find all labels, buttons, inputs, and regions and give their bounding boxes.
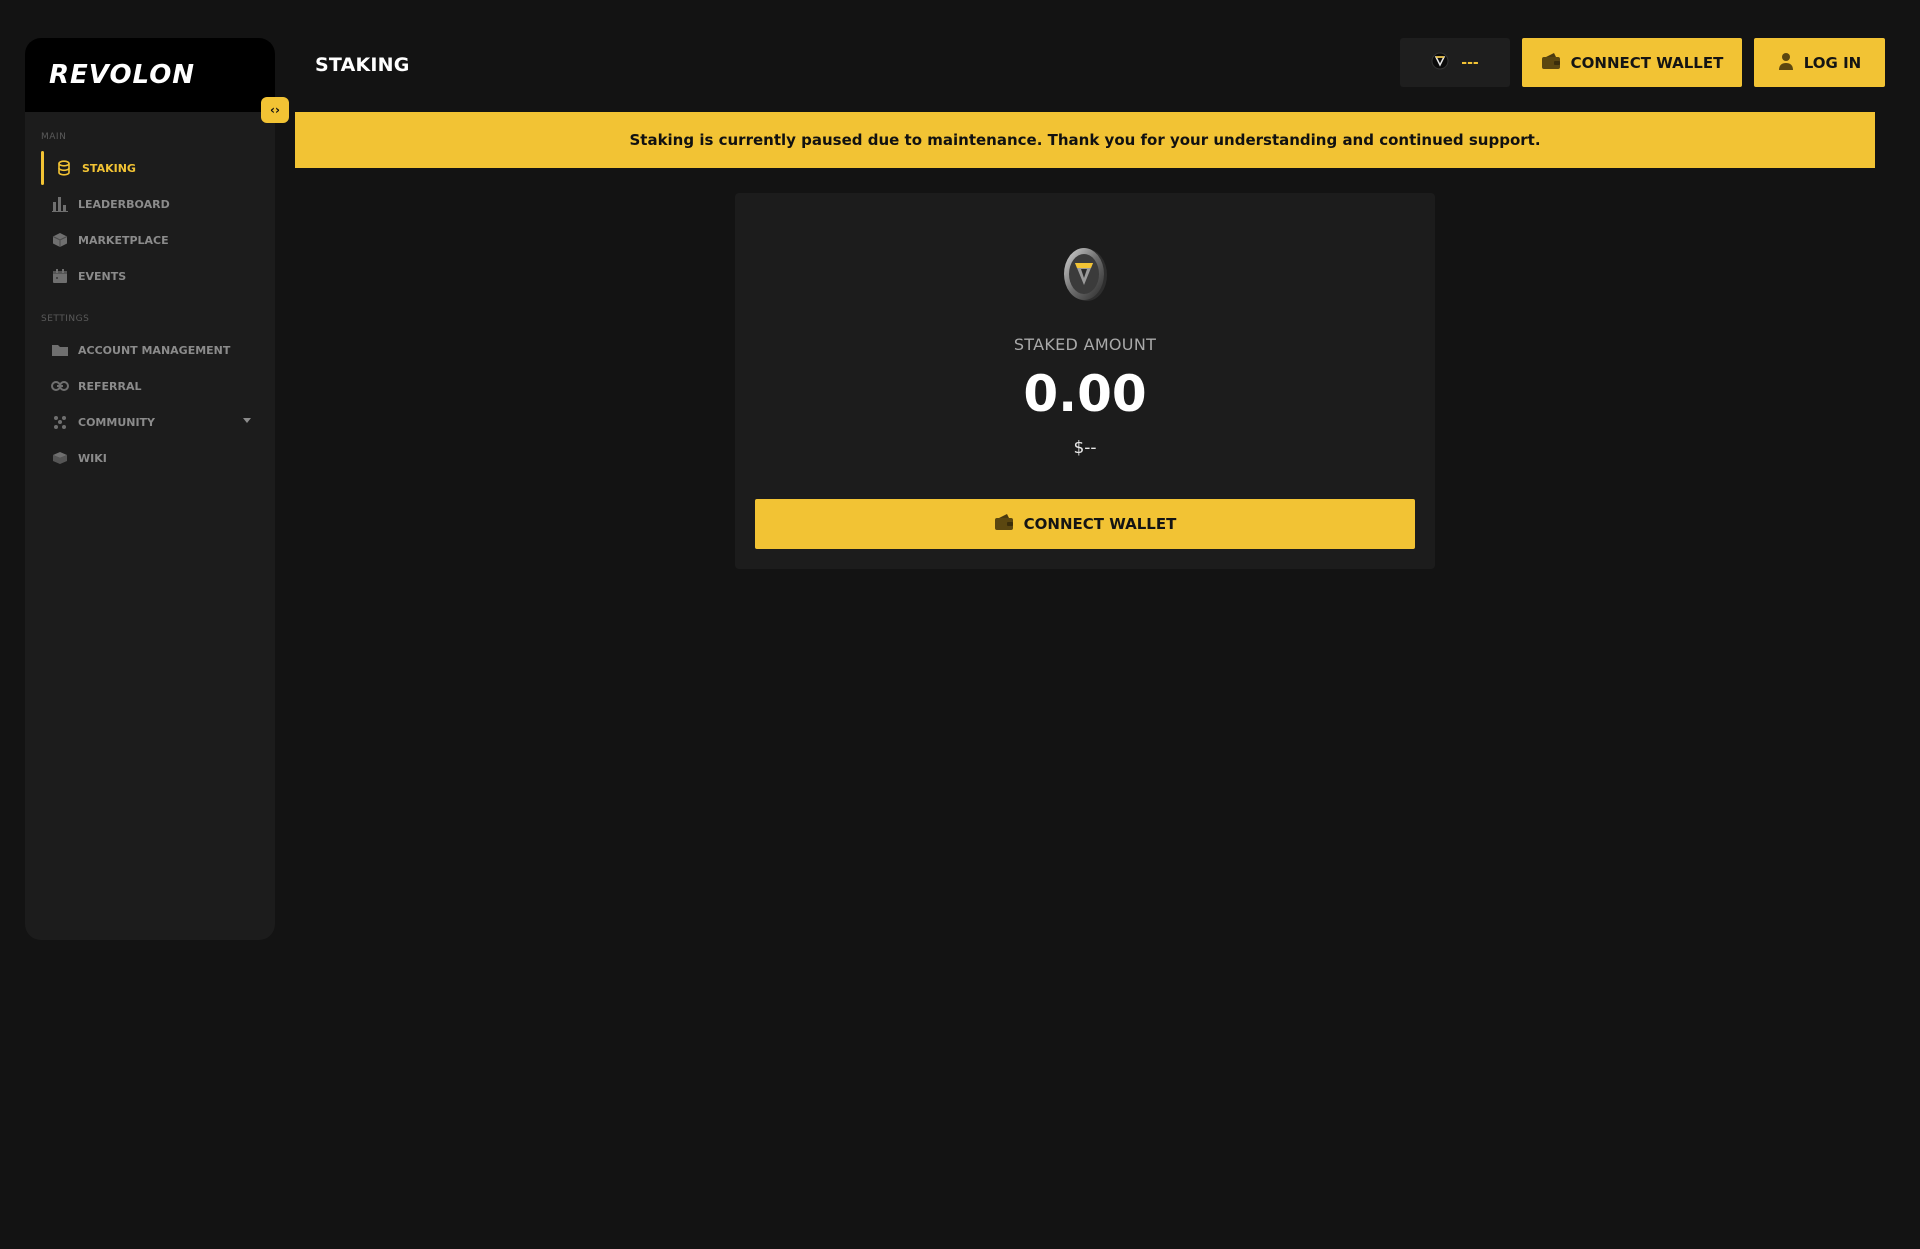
user-icon	[1778, 52, 1794, 74]
sidebar-item-label: EVENTS	[78, 269, 127, 283]
header-connect-wallet-button[interactable]: CONNECT WALLET	[1522, 38, 1742, 87]
nav-section-settings: SETTINGS ACCOUNT MANAGEMENT REFERRAL COM…	[25, 314, 275, 476]
token-balance-value: ---	[1461, 54, 1479, 71]
maintenance-notice-text: Staking is currently paused due to maint…	[629, 131, 1541, 149]
staking-card: STAKED AMOUNT 0.00 $-- CONNECT WALLET	[735, 193, 1435, 569]
sidebar-item-label: WIKI	[78, 451, 107, 465]
sidebar-item-staking[interactable]: STAKING	[41, 150, 275, 186]
staked-amount-value: 0.00	[1023, 365, 1147, 423]
revolon-token-icon	[1431, 52, 1449, 74]
sidebar-item-label: REFERRAL	[78, 379, 142, 393]
folder-icon	[51, 341, 69, 359]
revolon-coin-icon	[1061, 246, 1109, 302]
sidebar-item-events[interactable]: EVENTS	[41, 258, 275, 294]
sidebar-item-wiki[interactable]: WIKI	[41, 440, 275, 476]
card-connect-wallet-button[interactable]: CONNECT WALLET	[755, 499, 1415, 549]
login-label: LOG IN	[1803, 53, 1862, 72]
nav-section-main: MAIN STAKING LEADERBOARD MARKETPLACE EVE…	[25, 132, 275, 294]
sidebar-item-label: ACCOUNT MANAGEMENT	[78, 343, 231, 357]
sidebar-collapse-toggle[interactable]: ‹›	[261, 97, 289, 123]
book-icon	[51, 449, 69, 467]
sidebar-item-marketplace[interactable]: MARKETPLACE	[41, 222, 275, 258]
token-balance-chip[interactable]: ---	[1400, 38, 1510, 87]
sidebar-item-account-management[interactable]: ACCOUNT MANAGEMENT	[41, 332, 275, 368]
calendar-icon	[51, 267, 69, 285]
sidebar-item-label: MARKETPLACE	[78, 233, 169, 247]
section-label-settings: SETTINGS	[41, 314, 90, 324]
community-icon	[51, 413, 69, 431]
sidebar-item-label: STAKING	[82, 161, 136, 175]
brand-header: REVOLON	[25, 38, 275, 112]
connect-wallet-label: CONNECT WALLET	[1023, 515, 1177, 533]
wallet-icon	[1541, 52, 1561, 74]
sidebar: REVOLON MAIN STAKING LEADERBOARD MARKETP…	[25, 38, 275, 940]
chevron-down-icon[interactable]	[243, 418, 251, 423]
bar-chart-icon	[51, 195, 69, 213]
sidebar-item-leaderboard[interactable]: LEADERBOARD	[41, 186, 275, 222]
staked-amount-label: STAKED AMOUNT	[1013, 335, 1157, 354]
cube-icon	[51, 231, 69, 249]
sidebar-item-community[interactable]: COMMUNITY	[41, 404, 275, 440]
connect-wallet-label: CONNECT WALLET	[1570, 53, 1724, 72]
page-title: STAKING	[315, 54, 410, 76]
maintenance-notice-banner: Staking is currently paused due to maint…	[295, 112, 1875, 168]
sidebar-item-referral[interactable]: REFERRAL	[41, 368, 275, 404]
sidebar-item-label: LEADERBOARD	[78, 197, 170, 211]
section-label-main: MAIN	[41, 132, 67, 142]
sidebar-item-label: COMMUNITY	[78, 415, 156, 429]
login-button[interactable]: LOG IN	[1754, 38, 1885, 87]
coins-icon	[55, 159, 73, 177]
link-icon	[51, 377, 69, 395]
brand-logo[interactable]: REVOLON	[49, 60, 195, 90]
staked-usd-value: $--	[1073, 438, 1097, 458]
wallet-icon	[994, 513, 1014, 535]
